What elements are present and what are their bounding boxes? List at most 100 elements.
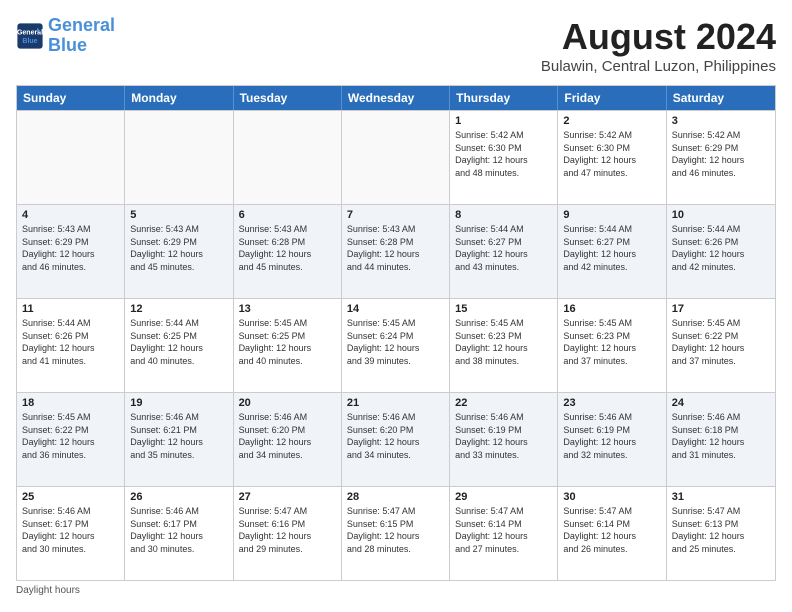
cell-content: Sunrise: 5:42 AM Sunset: 6:30 PM Dayligh… — [563, 129, 660, 179]
day-number: 9 — [563, 209, 660, 221]
day-number: 14 — [347, 303, 444, 315]
day-number: 6 — [239, 209, 336, 221]
logo: General Blue General Blue — [16, 16, 115, 56]
calendar-cell-3-4: 14 Sunrise: 5:45 AM Sunset: 6:24 PM Dayli… — [342, 299, 450, 392]
cell-content: Sunrise: 5:46 AM Sunset: 6:21 PM Dayligh… — [130, 411, 227, 461]
header: General Blue General Blue August 2024 Bu… — [16, 16, 776, 75]
day-number: 8 — [455, 209, 552, 221]
cell-content: Sunrise: 5:47 AM Sunset: 6:13 PM Dayligh… — [672, 505, 770, 555]
day-number: 18 — [22, 397, 119, 409]
cell-content: Sunrise: 5:45 AM Sunset: 6:23 PM Dayligh… — [455, 317, 552, 367]
day-number: 2 — [563, 115, 660, 127]
calendar-cell-1-1 — [17, 111, 125, 204]
cell-content: Sunrise: 5:46 AM Sunset: 6:17 PM Dayligh… — [130, 505, 227, 555]
calendar-cell-1-2 — [125, 111, 233, 204]
footer-note: Daylight hours — [16, 585, 776, 596]
day-number: 26 — [130, 491, 227, 503]
calendar-row-1: 1 Sunrise: 5:42 AM Sunset: 6:30 PM Daylig… — [17, 110, 775, 204]
day-header-saturday: Saturday — [667, 86, 775, 110]
cell-content: Sunrise: 5:47 AM Sunset: 6:14 PM Dayligh… — [455, 505, 552, 555]
cell-content: Sunrise: 5:42 AM Sunset: 6:29 PM Dayligh… — [672, 129, 770, 179]
day-number: 25 — [22, 491, 119, 503]
day-number: 31 — [672, 491, 770, 503]
day-number: 1 — [455, 115, 552, 127]
calendar-cell-4-3: 20 Sunrise: 5:46 AM Sunset: 6:20 PM Dayli… — [234, 393, 342, 486]
calendar-cell-4-5: 22Sunrise: 5:46 AM Sunset: 6:19 PM Dayli… — [450, 393, 558, 486]
day-number: 3 — [672, 115, 770, 127]
day-header-thursday: Thursday — [450, 86, 558, 110]
cell-content: Sunrise: 5:46 AM Sunset: 6:20 PM Dayligh… — [239, 411, 336, 461]
logo-text: General Blue — [48, 16, 115, 56]
title-block: August 2024 Bulawin, Central Luzon, Phil… — [541, 16, 776, 75]
day-number: 17 — [672, 303, 770, 315]
cell-content: Sunrise: 5:46 AM Sunset: 6:18 PM Dayligh… — [672, 411, 770, 461]
page: General Blue General Blue August 2024 Bu… — [0, 0, 792, 612]
day-header-wednesday: Wednesday — [342, 86, 450, 110]
calendar-cell-3-1: 11Sunrise: 5:44 AM Sunset: 6:26 PM Dayli… — [17, 299, 125, 392]
cell-content: Sunrise: 5:46 AM Sunset: 6:20 PM Dayligh… — [347, 411, 444, 461]
calendar-cell-4-2: 19 Sunrise: 5:46 AM Sunset: 6:21 PM Dayli… — [125, 393, 233, 486]
calendar-cell-5-4: 28 Sunrise: 5:47 AM Sunset: 6:15 PM Dayli… — [342, 487, 450, 580]
calendar-cell-1-5: 1 Sunrise: 5:42 AM Sunset: 6:30 PM Daylig… — [450, 111, 558, 204]
cell-content: Sunrise: 5:43 AM Sunset: 6:28 PM Dayligh… — [347, 223, 444, 273]
cell-content: Sunrise: 5:47 AM Sunset: 6:16 PM Dayligh… — [239, 505, 336, 555]
calendar-cell-5-3: 27 Sunrise: 5:47 AM Sunset: 6:16 PM Dayli… — [234, 487, 342, 580]
day-number: 16 — [563, 303, 660, 315]
day-header-tuesday: Tuesday — [234, 86, 342, 110]
cell-content: Sunrise: 5:42 AM Sunset: 6:30 PM Dayligh… — [455, 129, 552, 179]
day-number: 27 — [239, 491, 336, 503]
calendar-cell-3-2: 12Sunrise: 5:44 AM Sunset: 6:25 PM Dayli… — [125, 299, 233, 392]
day-header-monday: Monday — [125, 86, 233, 110]
cell-content: Sunrise: 5:44 AM Sunset: 6:25 PM Dayligh… — [130, 317, 227, 367]
cell-content: Sunrise: 5:45 AM Sunset: 6:23 PM Dayligh… — [563, 317, 660, 367]
calendar-cell-3-6: 16 Sunrise: 5:45 AM Sunset: 6:23 PM Dayli… — [558, 299, 666, 392]
calendar-cell-5-5: 29 Sunrise: 5:47 AM Sunset: 6:14 PM Dayli… — [450, 487, 558, 580]
day-number: 11 — [22, 303, 119, 315]
calendar-cell-1-6: 2 Sunrise: 5:42 AM Sunset: 6:30 PM Daylig… — [558, 111, 666, 204]
calendar-row-4: 18Sunrise: 5:45 AM Sunset: 6:22 PM Dayli… — [17, 392, 775, 486]
cell-content: Sunrise: 5:45 AM Sunset: 6:22 PM Dayligh… — [672, 317, 770, 367]
cell-content: Sunrise: 5:46 AM Sunset: 6:19 PM Dayligh… — [455, 411, 552, 461]
calendar-cell-1-3 — [234, 111, 342, 204]
day-number: 20 — [239, 397, 336, 409]
calendar-cell-4-1: 18Sunrise: 5:45 AM Sunset: 6:22 PM Dayli… — [17, 393, 125, 486]
calendar-cell-1-7: 3 Sunrise: 5:42 AM Sunset: 6:29 PM Daylig… — [667, 111, 775, 204]
calendar-row-5: 25 Sunrise: 5:46 AM Sunset: 6:17 PM Dayli… — [17, 486, 775, 580]
calendar-cell-4-7: 24Sunrise: 5:46 AM Sunset: 6:18 PM Dayli… — [667, 393, 775, 486]
calendar-cell-5-1: 25 Sunrise: 5:46 AM Sunset: 6:17 PM Dayli… — [17, 487, 125, 580]
day-number: 30 — [563, 491, 660, 503]
cell-content: Sunrise: 5:45 AM Sunset: 6:25 PM Dayligh… — [239, 317, 336, 367]
calendar-cell-2-7: 10Sunrise: 5:44 AM Sunset: 6:26 PM Dayli… — [667, 205, 775, 298]
calendar-cell-5-2: 26 Sunrise: 5:46 AM Sunset: 6:17 PM Dayli… — [125, 487, 233, 580]
cell-content: Sunrise: 5:45 AM Sunset: 6:24 PM Dayligh… — [347, 317, 444, 367]
cell-content: Sunrise: 5:46 AM Sunset: 6:17 PM Dayligh… — [22, 505, 119, 555]
calendar-cell-2-3: 6Sunrise: 5:43 AM Sunset: 6:28 PM Daylig… — [234, 205, 342, 298]
location: Bulawin, Central Luzon, Philippines — [541, 58, 776, 75]
calendar-cell-4-4: 21 Sunrise: 5:46 AM Sunset: 6:20 PM Dayli… — [342, 393, 450, 486]
day-number: 28 — [347, 491, 444, 503]
cell-content: Sunrise: 5:43 AM Sunset: 6:29 PM Dayligh… — [22, 223, 119, 273]
cell-content: Sunrise: 5:43 AM Sunset: 6:29 PM Dayligh… — [130, 223, 227, 273]
svg-text:Blue: Blue — [22, 38, 37, 45]
day-number: 4 — [22, 209, 119, 221]
day-header-sunday: Sunday — [17, 86, 125, 110]
calendar-row-2: 4 Sunrise: 5:43 AM Sunset: 6:29 PM Daylig… — [17, 204, 775, 298]
calendar-cell-2-5: 8Sunrise: 5:44 AM Sunset: 6:27 PM Daylig… — [450, 205, 558, 298]
cell-content: Sunrise: 5:44 AM Sunset: 6:27 PM Dayligh… — [563, 223, 660, 273]
cell-content: Sunrise: 5:47 AM Sunset: 6:14 PM Dayligh… — [563, 505, 660, 555]
logo-icon: General Blue — [16, 22, 44, 50]
day-number: 21 — [347, 397, 444, 409]
day-number: 23 — [563, 397, 660, 409]
calendar-cell-2-1: 4 Sunrise: 5:43 AM Sunset: 6:29 PM Daylig… — [17, 205, 125, 298]
calendar-cell-3-3: 13Sunrise: 5:45 AM Sunset: 6:25 PM Dayli… — [234, 299, 342, 392]
day-number: 29 — [455, 491, 552, 503]
cell-content: Sunrise: 5:46 AM Sunset: 6:19 PM Dayligh… — [563, 411, 660, 461]
calendar-header: SundayMondayTuesdayWednesdayThursdayFrid… — [17, 86, 775, 110]
calendar-cell-5-6: 30 Sunrise: 5:47 AM Sunset: 6:14 PM Dayli… — [558, 487, 666, 580]
day-number: 19 — [130, 397, 227, 409]
calendar-cell-5-7: 31 Sunrise: 5:47 AM Sunset: 6:13 PM Dayli… — [667, 487, 775, 580]
day-number: 15 — [455, 303, 552, 315]
calendar: SundayMondayTuesdayWednesdayThursdayFrid… — [16, 85, 776, 581]
month-year: August 2024 — [541, 16, 776, 58]
cell-content: Sunrise: 5:47 AM Sunset: 6:15 PM Dayligh… — [347, 505, 444, 555]
